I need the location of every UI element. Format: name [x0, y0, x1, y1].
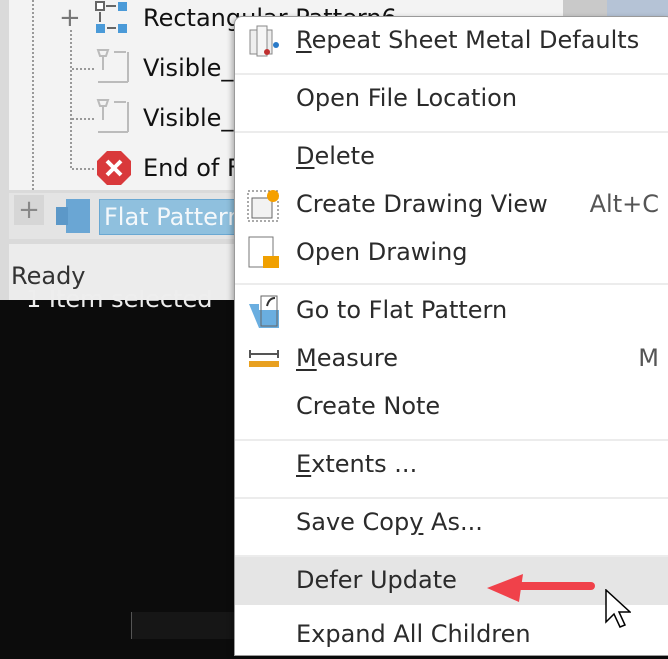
- tree-line: [72, 118, 94, 120]
- menu-item-open-drawing[interactable]: Open Drawing: [235, 229, 668, 277]
- selection-status: 1 Item selected: [26, 290, 213, 308]
- menu-item-defer-update[interactable]: Defer Update: [235, 557, 668, 605]
- menu-item-label: Defer Update: [296, 566, 457, 594]
- end-of-part-error-icon: [97, 151, 131, 185]
- tree-item-label: Visible_: [143, 54, 234, 82]
- expand-icon[interactable]: +: [14, 195, 44, 225]
- menu-item-create-drawing-view[interactable]: Create Drawing View Alt+C: [235, 181, 668, 229]
- menu-item-measure[interactable]: Measure M: [235, 335, 668, 383]
- menu-item-label: Open File Location: [296, 84, 518, 112]
- menu-item-label: Delete: [296, 142, 375, 170]
- menu-item-create-note[interactable]: Create Note: [235, 383, 668, 431]
- status-ready: Ready: [11, 262, 86, 290]
- tree-line: [72, 168, 94, 170]
- menu-item-label: Extents ...: [296, 450, 418, 478]
- menu-item-shortcut: Alt+C: [589, 190, 659, 218]
- tree-line: [32, 0, 34, 190]
- menu-item-expand-all-children[interactable]: Expand All Children: [235, 611, 668, 659]
- expand-icon[interactable]: +: [59, 3, 81, 33]
- menu-item-label: Measure: [296, 344, 399, 372]
- open-drawing-icon: [248, 236, 279, 268]
- red-arrow-annotation: [487, 574, 595, 602]
- menu-item-extents[interactable]: Extents ...: [235, 441, 668, 489]
- menu-item-label: Save Copy As...: [296, 508, 483, 536]
- visible-sketch-icon: [96, 49, 129, 83]
- menu-item-label: Create Drawing View: [296, 190, 548, 218]
- tree-line: [72, 68, 94, 70]
- menu-item-go-to-flat-pattern[interactable]: Go to Flat Pattern: [235, 287, 668, 335]
- mouse-cursor-icon: [605, 589, 631, 628]
- menu-item-label: Expand All Children: [296, 620, 531, 648]
- menu-item-label: Go to Flat Pattern: [296, 296, 508, 324]
- menu-separator: [235, 283, 668, 285]
- menu-item-shortcut: M: [638, 344, 659, 372]
- context-menu: Repeat Sheet Metal Defaults Open File Loc…: [234, 16, 668, 656]
- graphics-panel: [131, 612, 234, 639]
- rectangular-pattern-icon: [95, 1, 127, 33]
- tree-item-label: Visible_: [143, 104, 234, 132]
- visible-sketch-icon: [96, 99, 129, 133]
- menu-item-delete[interactable]: Delete: [235, 133, 668, 181]
- menu-item-open-file-location[interactable]: Open File Location: [235, 75, 668, 123]
- menu-item-label: Create Note: [296, 392, 441, 420]
- tree-item-label: End of F: [143, 154, 241, 182]
- create-drawing-view-icon: [247, 190, 279, 222]
- menu-item-label: Open Drawing: [296, 238, 468, 266]
- menu-item-save-copy-as[interactable]: Save Copy As...: [235, 499, 668, 547]
- sheet-metal-defaults-icon: [249, 25, 279, 57]
- menu-item-label: Repeat Sheet Metal Defaults: [296, 26, 640, 54]
- flat-pattern-icon: [56, 199, 90, 233]
- measure-icon: [249, 350, 279, 367]
- graphics-area: [0, 308, 234, 639]
- flat-pattern-label[interactable]: Flat Pattern: [99, 199, 249, 235]
- go-to-flat-pattern-icon: [249, 295, 279, 328]
- menu-item-repeat-sheet-metal-defaults[interactable]: Repeat Sheet Metal Defaults: [235, 17, 668, 65]
- tree-line: [70, 30, 72, 168]
